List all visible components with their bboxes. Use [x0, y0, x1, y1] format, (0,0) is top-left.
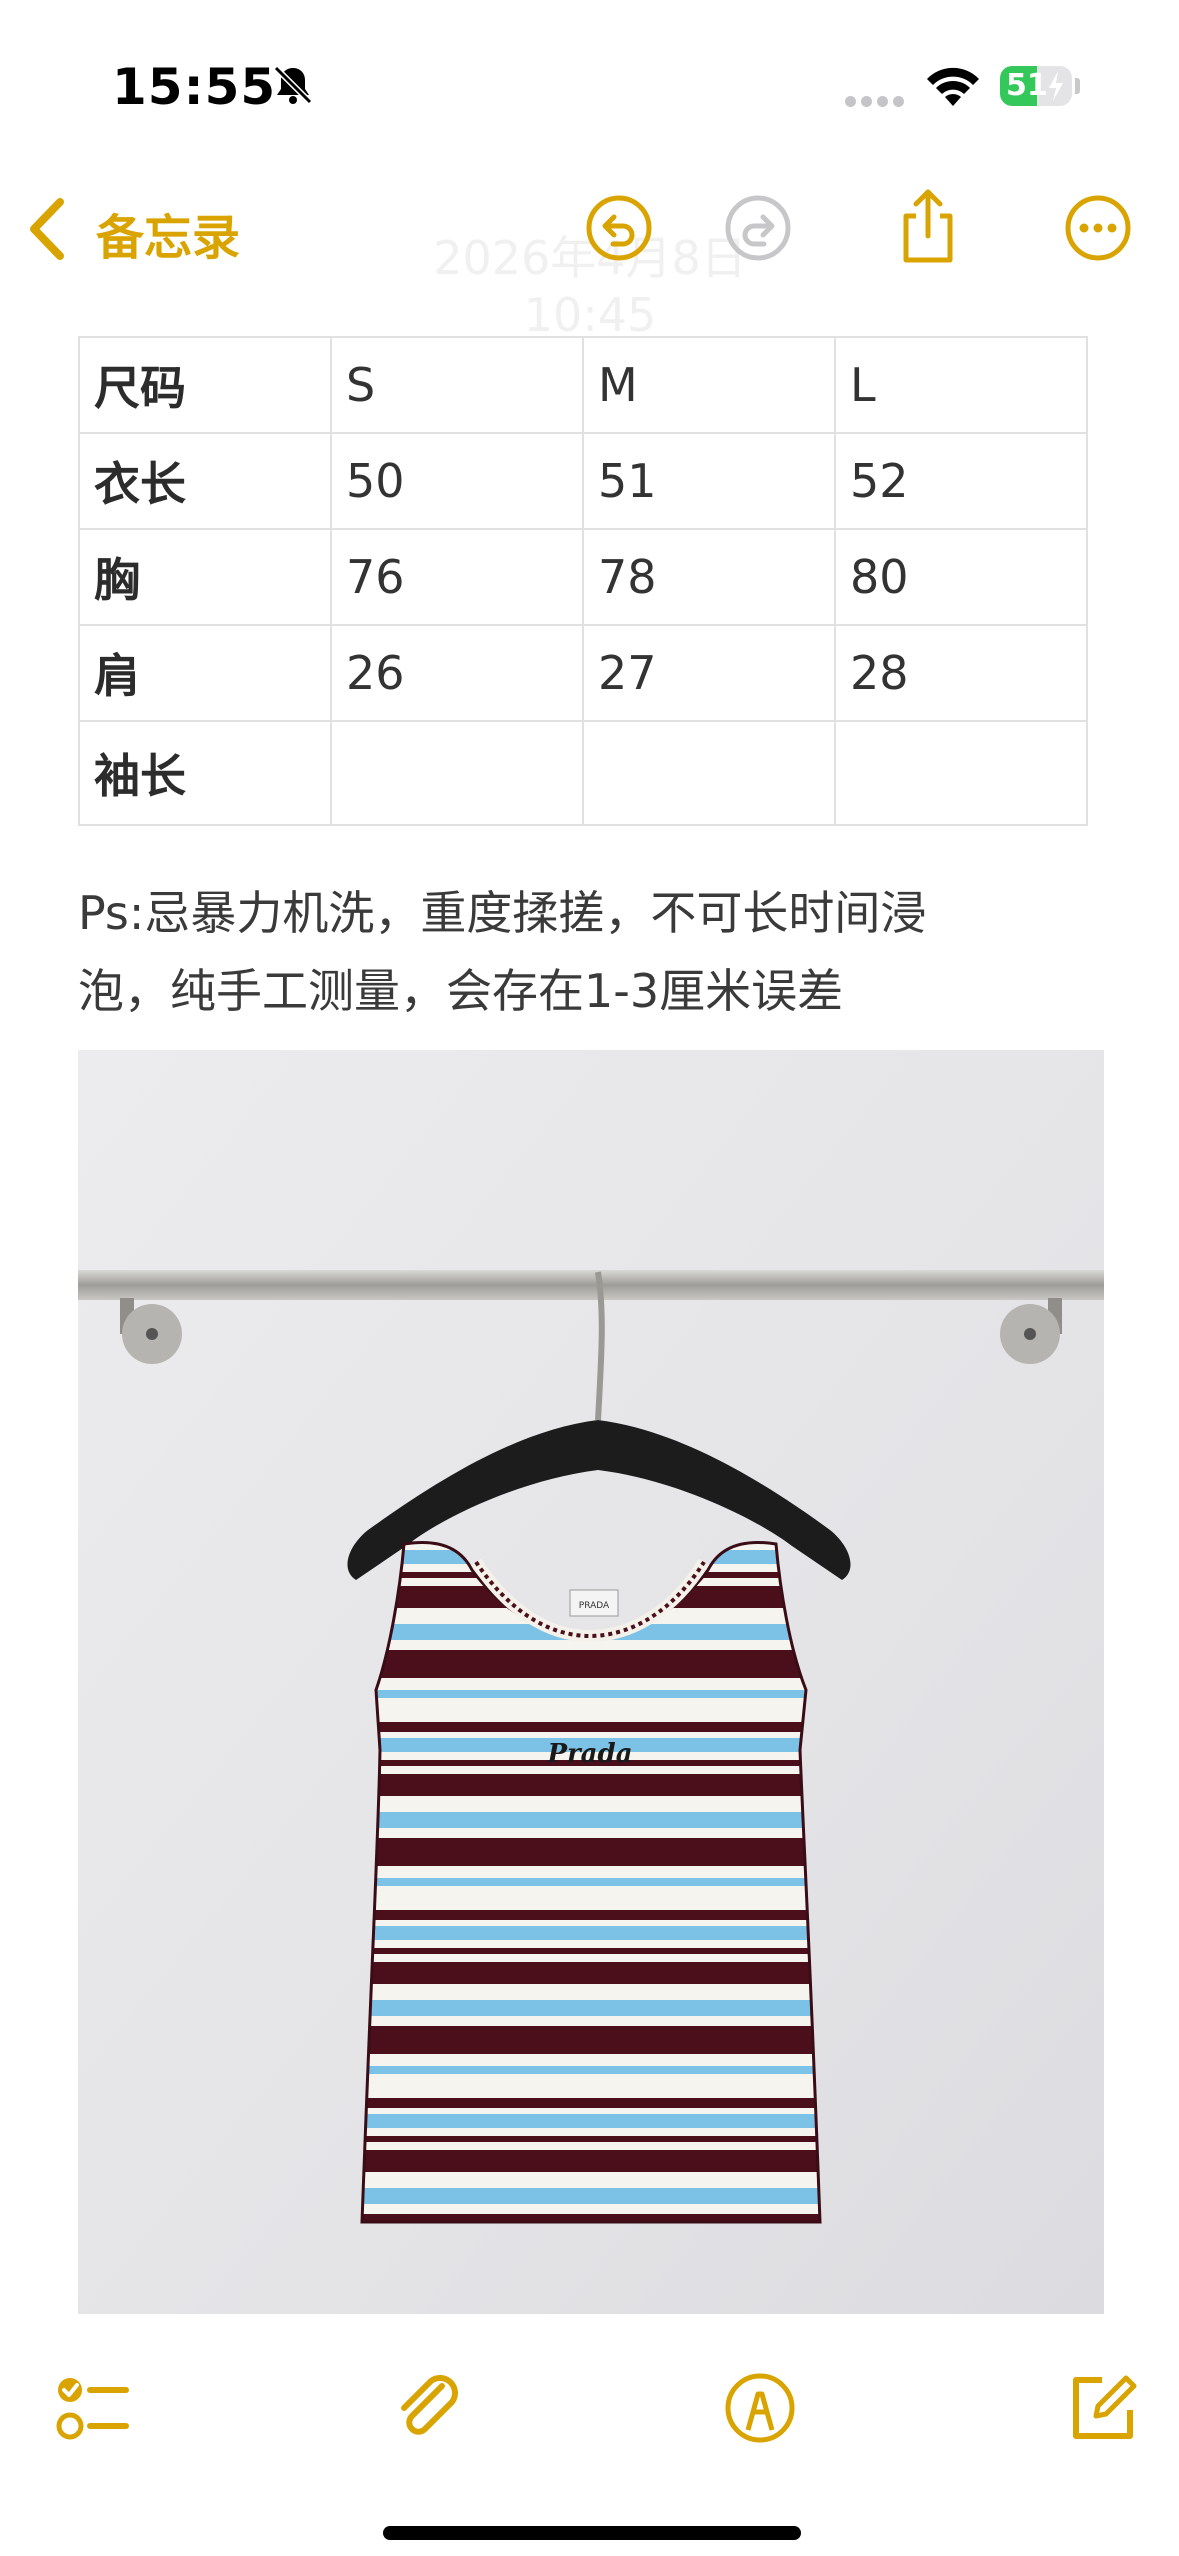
notes-screen: 15:55 51 备忘录 2026年4月8日 10:45 尺码 S M L 衣长… — [0, 0, 1179, 2556]
markup-icon[interactable] — [720, 2368, 800, 2448]
table-cell[interactable] — [582, 720, 836, 826]
bell-slash-icon — [273, 65, 313, 105]
table-cell[interactable]: 50 — [330, 432, 584, 530]
table-cell[interactable]: 27 — [582, 624, 836, 722]
table-cell[interactable]: 52 — [834, 432, 1088, 530]
share-icon[interactable] — [892, 186, 964, 266]
table-cell[interactable]: 袖长 — [78, 720, 332, 826]
table-cell[interactable]: 78 — [582, 528, 836, 626]
size-table: 尺码 S M L 衣长 50 51 52 胸 76 78 80 肩 26 27 … — [78, 336, 1088, 826]
home-indicator — [383, 2526, 801, 2540]
more-icon[interactable] — [1062, 192, 1134, 264]
table-cell[interactable]: 肩 — [78, 624, 332, 722]
table-row: 肩 26 27 28 — [78, 624, 1088, 722]
table-cell[interactable]: 尺码 — [78, 336, 332, 434]
undo-icon[interactable] — [583, 192, 655, 264]
charging-bolt-icon — [1049, 71, 1063, 101]
note-line: Ps:忌暴力机洗，重度揉搓，不可长时间浸 — [78, 886, 927, 940]
note-line: 泡，纯手工测量，会存在1-3厘米误差 — [78, 964, 844, 1018]
brand-label-text: PRADA — [579, 1601, 610, 1611]
status-time: 15:55 — [112, 58, 277, 116]
checklist-icon[interactable] — [52, 2368, 132, 2448]
table-cell[interactable] — [834, 720, 1088, 826]
signal-icon — [845, 92, 909, 111]
attachment-icon[interactable] — [390, 2368, 470, 2448]
brand-logo-text: Prada — [546, 1739, 632, 1769]
table-cell[interactable]: 76 — [330, 528, 584, 626]
battery-cap — [1075, 78, 1080, 94]
table-row: 尺码 S M L — [78, 336, 1088, 434]
redo-icon[interactable] — [722, 192, 794, 264]
back-chevron-icon[interactable] — [24, 196, 68, 262]
table-cell[interactable] — [330, 720, 584, 826]
table-cell[interactable]: 51 — [582, 432, 836, 530]
table-cell[interactable]: S — [330, 336, 584, 434]
table-cell[interactable]: M — [582, 336, 836, 434]
table-row: 袖长 — [78, 720, 1088, 826]
battery-percent: 51 — [1006, 68, 1048, 103]
table-cell[interactable]: 80 — [834, 528, 1088, 626]
table-cell[interactable]: 衣长 — [78, 432, 332, 530]
product-photo[interactable]: PRADA Prada — [78, 1050, 1104, 2314]
note-body-text[interactable]: Ps:忌暴力机洗，重度揉搓，不可长时间浸 泡，纯手工测量，会存在1-3厘米误差 — [78, 874, 1108, 1030]
battery-indicator: 51 — [1000, 66, 1072, 106]
table-row: 衣长 50 51 52 — [78, 432, 1088, 530]
back-button[interactable]: 备忘录 — [96, 198, 240, 268]
compose-icon[interactable] — [1062, 2368, 1142, 2448]
table-cell[interactable]: 28 — [834, 624, 1088, 722]
table-row: 胸 76 78 80 — [78, 528, 1088, 626]
wifi-icon — [927, 67, 979, 106]
table-cell[interactable]: L — [834, 336, 1088, 434]
table-cell[interactable]: 26 — [330, 624, 584, 722]
table-cell[interactable]: 胸 — [78, 528, 332, 626]
